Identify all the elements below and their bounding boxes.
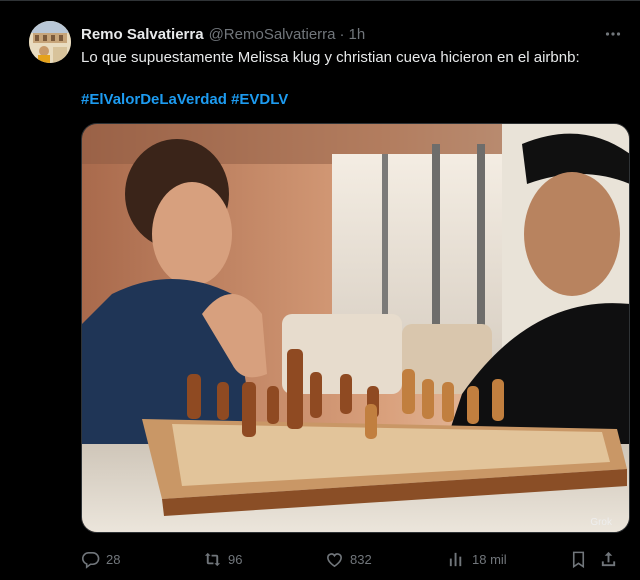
separator-dot: · [339,25,345,43]
tweet-actions-bar: 28 96 832 18 mil [81,546,630,572]
hashtag-link[interactable]: #EVDLV [231,91,288,108]
share-icon [601,551,616,566]
hashtag-line: #ElValorDeLaVerdad #EVDLV [81,90,288,110]
reply-button[interactable]: 28 [81,550,203,569]
repost-icon [204,552,221,566]
tweet-text: Lo que supuestamente Melissa klug y chri… [81,49,580,66]
timestamp[interactable]: 1h [349,26,366,43]
author-name[interactable]: Remo Salvatierra [81,26,204,43]
media-watermark: Grok [590,517,613,528]
views-count: 18 mil [472,551,507,567]
repost-button[interactable]: 96 [203,550,325,569]
tweet-header: Remo Salvatierra @RemoSalvatierra · 1h [81,24,365,44]
repost-count: 96 [228,551,243,567]
views-icon [449,552,462,566]
more-options-button[interactable] [601,22,625,46]
like-icon [327,552,342,567]
like-count: 832 [350,551,372,567]
more-icon [605,32,621,36]
avatar[interactable] [29,21,71,63]
bookmark-button[interactable] [569,550,599,569]
author-handle[interactable]: @RemoSalvatierra [209,26,336,43]
hashtag-link[interactable]: #ElValorDeLaVerdad [81,91,227,108]
bookmark-icon [572,551,585,568]
like-button[interactable]: 832 [325,550,447,569]
share-button[interactable] [599,550,623,569]
views-button[interactable]: 18 mil [447,550,569,569]
reply-icon [81,551,100,569]
media-illustration: Grok [82,124,629,532]
top-divider [0,0,640,1]
reply-count: 28 [106,551,121,567]
tweet-media-image[interactable]: Grok [81,123,630,533]
